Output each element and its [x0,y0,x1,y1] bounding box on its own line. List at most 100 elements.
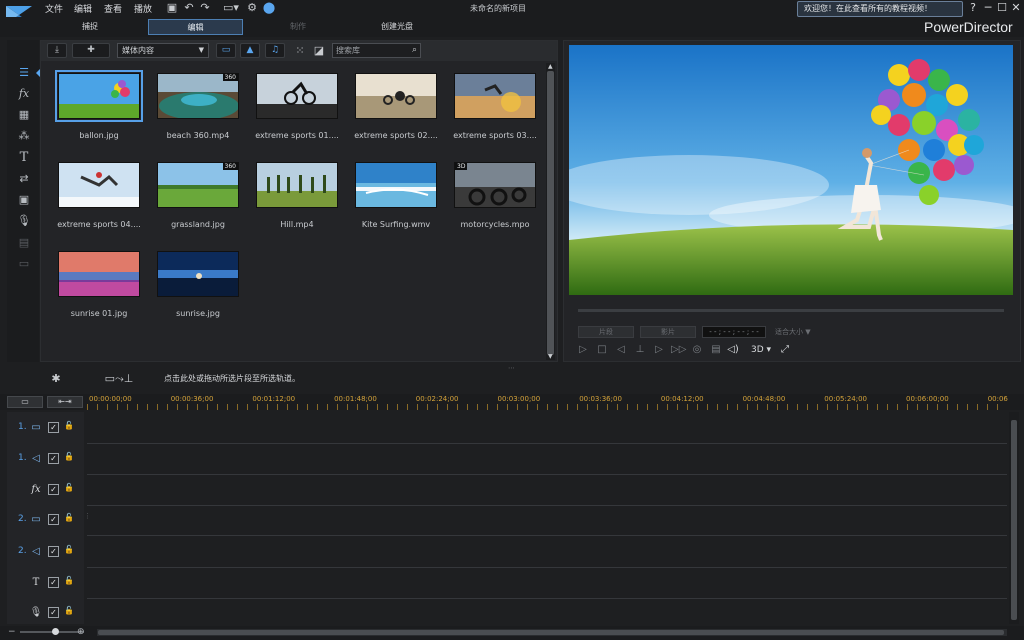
preview-viewer[interactable] [569,45,1013,295]
media-item[interactable] [58,162,140,208]
fit-timeline-icon[interactable]: ⇤⇥ [47,396,83,408]
zoom-slider-knob[interactable] [52,628,59,635]
particle-room-icon[interactable]: ⁂ [17,129,31,143]
track-header[interactable]: 2. ▭ ✓ 🔓 [8,506,84,536]
audio-filter-icon[interactable]: ♫ [265,43,285,58]
tab-produce[interactable]: 制作 [268,19,328,35]
import-media-icon[interactable]: ⤓ [47,43,67,58]
fast-forward-icon[interactable]: ▷▷ [671,343,686,357]
timeline-track[interactable] [87,445,1007,475]
track-enable-checkbox[interactable]: ✓ [48,514,59,525]
media-thumbnail[interactable]: 3D [454,162,536,208]
zoom-out-icon[interactable]: − [8,627,16,637]
media-thumbnail[interactable] [157,251,239,297]
media-room-icon[interactable]: ☰ [17,66,31,80]
track-header[interactable]: 1. ▭ ✓ 🔓 [8,414,84,444]
media-thumbnail[interactable] [58,251,140,297]
tab-edit[interactable]: 编辑 [148,19,243,35]
media-item[interactable]: 3D [454,162,536,208]
preview-scrubber[interactable] [578,309,1004,312]
media-item[interactable] [355,162,437,208]
scroll-up-icon[interactable]: ▲ [548,63,553,70]
volume-icon[interactable]: ◁) [726,343,740,357]
media-thumbnail[interactable] [355,73,437,119]
track-enable-checkbox[interactable]: ✓ [48,453,59,464]
track-header[interactable]: 🎙 ✓ 🔓 [8,599,84,629]
menu-play[interactable]: 播放 [134,2,152,15]
movie-mode-button[interactable]: 影片 [640,326,696,338]
subtitle-icon[interactable]: ▤ [709,343,723,357]
media-thumbnail[interactable]: 360 [157,73,239,119]
subtitle-room-icon[interactable]: ▭ [17,257,31,271]
menu-view[interactable]: 查看 [104,2,122,15]
scroll-down-icon[interactable]: ▼ [548,353,553,360]
mark-in-icon[interactable]: ⊥ [633,343,647,357]
pip-room-icon[interactable]: ▦ [17,108,31,122]
track-lock-icon[interactable]: 🔓 [64,513,74,522]
track-enable-checkbox[interactable]: ✓ [48,546,59,557]
plugins-icon[interactable]: ✚ [72,43,110,58]
timeline-track[interactable] [87,414,1007,444]
media-thumbnail[interactable] [58,162,140,208]
close-icon[interactable]: ✕ [1009,1,1023,15]
clip-mode-button[interactable]: 片段 [578,326,634,338]
track-enable-checkbox[interactable]: ✓ [48,607,59,618]
track-header[interactable]: T ✓ 🔓 [8,569,84,599]
track-lock-icon[interactable]: 🔓 [64,576,74,585]
timeline-vscroll-thumb[interactable] [1011,420,1017,620]
zoom-in-icon[interactable]: ⊕ [77,627,85,637]
media-thumbnail[interactable] [256,73,338,119]
timeline-track[interactable] [87,569,1007,599]
video-filter-icon[interactable]: ▭ [216,43,236,58]
media-item[interactable] [157,251,239,297]
track-resize-grip[interactable]: ⋮ [84,512,91,520]
save-icon[interactable]: ▣ [165,1,179,15]
track-enable-checkbox[interactable]: ✓ [48,577,59,588]
transition-room-icon[interactable]: ⇄ [17,172,31,186]
sort-icon[interactable]: ◪ [312,44,326,58]
track-enable-checkbox[interactable]: ✓ [48,422,59,433]
tab-capture[interactable]: 捕捉 [60,19,120,35]
media-thumbnail[interactable] [256,162,338,208]
track-header[interactable]: 1. ◁ ✓ 🔓 [8,445,84,475]
media-item[interactable]: 360 [157,162,239,208]
previous-frame-icon[interactable]: ◁ [614,343,628,357]
welcome-tip[interactable]: 欢迎您！在此查看所有的教程视频！ [797,1,963,17]
timeline-track[interactable] [87,476,1007,506]
media-item[interactable] [355,73,437,119]
track-lock-icon[interactable]: 🔓 [64,545,74,554]
track-header[interactable]: 2. ◁ ✓ 🔓 [8,538,84,568]
track-header[interactable]: fx ✓ 🔓 [8,476,84,506]
track-lock-icon[interactable]: 🔓 [64,483,74,492]
snapshot-icon[interactable]: ◎ [690,343,704,357]
settings-gear-icon[interactable]: ⚙ [245,1,259,15]
undock-preview-icon[interactable]: ⤢ [778,343,792,357]
media-item[interactable] [256,162,338,208]
panel-resize-grip[interactable]: ⋯ [508,364,515,372]
insert-mode-icon[interactable]: ▭⤳⊥ [97,372,141,386]
media-item[interactable]: 360 [157,73,239,119]
next-frame-icon[interactable]: ▷ [652,343,666,357]
track-manager-icon[interactable]: ▭ [7,396,43,408]
track-lock-icon[interactable]: 🔓 [64,606,74,615]
upgrade-icon[interactable]: ⬤ [262,1,276,15]
stop-icon[interactable]: □ [595,343,609,357]
timecode-display[interactable]: - - ; - - ; - - ; - - [702,326,766,338]
media-thumbnail[interactable] [55,70,143,122]
media-content-dropdown[interactable]: 媒体内容 ▼ [117,43,209,58]
title-room-icon[interactable]: T [17,151,31,165]
track-enable-checkbox[interactable]: ✓ [48,484,59,495]
menu-file[interactable]: 文件 [45,2,63,15]
image-filter-icon[interactable]: ▲ [240,43,260,58]
media-item[interactable] [256,73,338,119]
3d-mode-dropdown[interactable]: 3D ▾ [748,343,774,357]
help-icon[interactable]: ? [966,1,980,15]
fx-room-icon[interactable]: fx [17,87,31,101]
media-item[interactable] [58,251,140,297]
timeline-track[interactable] [87,599,1007,629]
grid-view-icon[interactable]: ⁙ [293,44,307,58]
redo-icon[interactable]: ↷ [198,1,212,15]
timeline-hscroll-thumb[interactable] [98,630,1004,635]
play-icon[interactable]: ▷ [576,343,590,357]
media-thumbnail[interactable] [454,73,536,119]
